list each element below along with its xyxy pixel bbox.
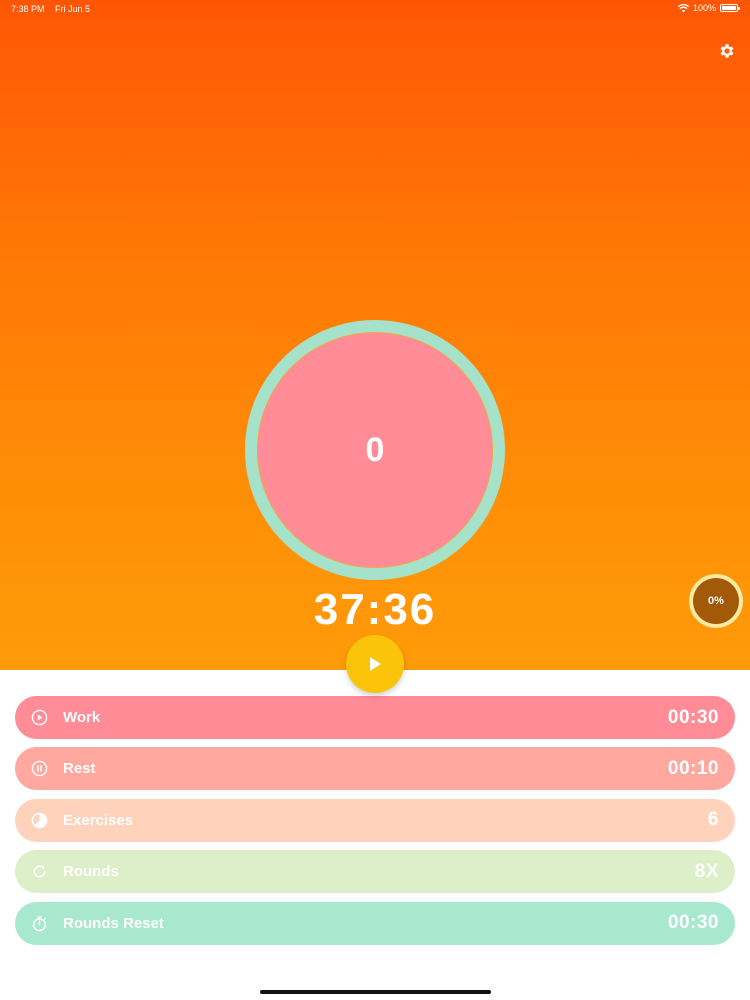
status-indicators: 100% xyxy=(677,3,740,13)
rounds-label: Rounds xyxy=(63,863,119,881)
total-time: 37:36 xyxy=(313,585,437,634)
rounds-reset-label: Rounds Reset xyxy=(63,914,164,932)
settings-button[interactable] xyxy=(718,42,736,60)
refresh-icon xyxy=(33,865,46,878)
home-indicator[interactable] xyxy=(260,990,491,994)
status-time: 7:38 PM xyxy=(11,4,45,14)
rest-value: 00:10 xyxy=(667,757,719,779)
progress-percent: 0% xyxy=(693,578,739,624)
work-label: Work xyxy=(63,709,101,726)
status-date: Fri Jun 5 xyxy=(55,4,91,14)
pause-circle-icon xyxy=(31,761,48,777)
exercises-row[interactable]: Exercises 6 xyxy=(15,798,735,842)
exercises-label: Exercises xyxy=(63,811,134,829)
rounds-row[interactable]: Rounds 8X xyxy=(15,850,735,894)
app-screen: 7:38 PM Fri Jun 5 100% 0 37:36 0% Work 0… xyxy=(0,0,750,1000)
rest-label: Rest xyxy=(63,760,96,778)
round-counter-circle: 0 xyxy=(257,332,493,568)
stopwatch-icon xyxy=(32,915,47,931)
work-row[interactable]: Work 00:30 xyxy=(15,696,735,739)
status-bar: 7:38 PM Fri Jun 5 100% xyxy=(0,0,750,18)
play-circle-icon xyxy=(31,709,48,726)
timer-hero: 7:38 PM Fri Jun 5 100% 0 37:36 0% xyxy=(0,0,750,670)
exercises-value: 6 xyxy=(707,809,719,831)
work-value: 00:30 xyxy=(667,706,719,728)
rounds-reset-row[interactable]: Rounds Reset 00:30 xyxy=(15,901,735,945)
battery-percent: 100% xyxy=(692,3,716,13)
rounds-value: 8X xyxy=(694,860,719,882)
round-progress-ring: 0 xyxy=(245,320,505,580)
round-count: 0 xyxy=(365,430,385,469)
wifi-icon xyxy=(677,3,689,12)
play-icon xyxy=(370,657,381,671)
play-button[interactable] xyxy=(346,635,404,693)
battery-icon xyxy=(720,4,740,12)
rest-row[interactable]: Rest 00:10 xyxy=(15,747,735,791)
gear-icon xyxy=(720,44,734,58)
progress-badge[interactable]: 0% xyxy=(689,574,743,628)
interval-settings-list: Work 00:30 Rest 00:10 Exercises 6 Rounds… xyxy=(15,696,735,953)
rounds-reset-value: 00:30 xyxy=(667,912,719,934)
pie-chart-icon xyxy=(31,812,48,829)
